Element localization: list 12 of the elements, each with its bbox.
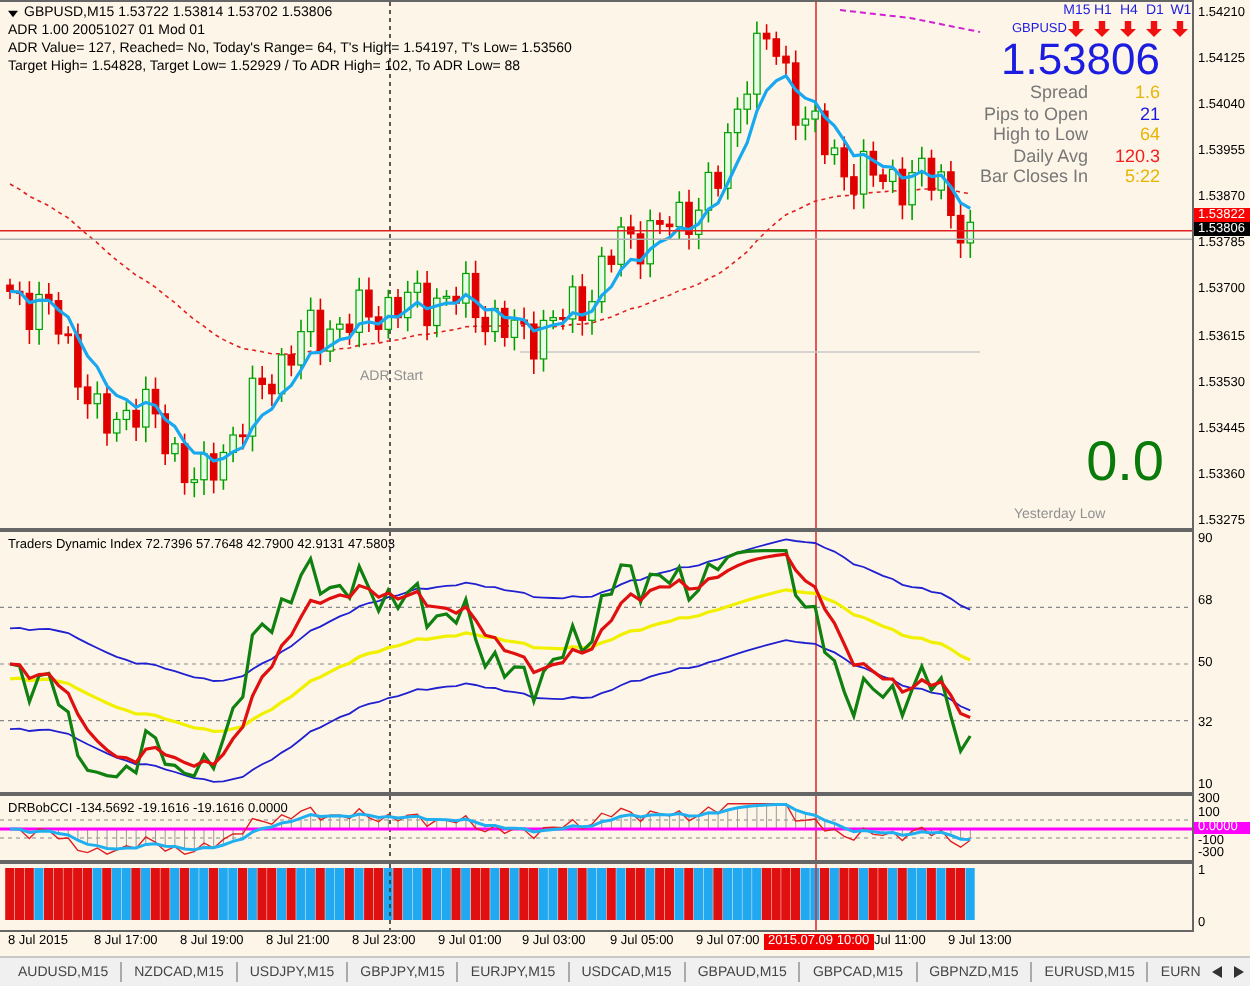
stat-label: High to Low (990, 124, 1088, 145)
stat-label: Pips to Open (981, 103, 1088, 124)
stat-label: Daily Avg (1011, 145, 1088, 166)
stat-label: Bar Closes In (977, 166, 1088, 187)
stat-value: 1.6 (1132, 82, 1160, 103)
stat-value: 120.3 (1112, 145, 1160, 166)
current-price: 1.53806 (998, 38, 1162, 82)
stat-value: 21 (1137, 103, 1160, 124)
stat-label: Spread (1027, 82, 1088, 103)
stat-value: 64 (1137, 124, 1160, 145)
stat-value: 5:22 (1122, 166, 1160, 187)
signal-value: 0.0 (1086, 430, 1164, 494)
